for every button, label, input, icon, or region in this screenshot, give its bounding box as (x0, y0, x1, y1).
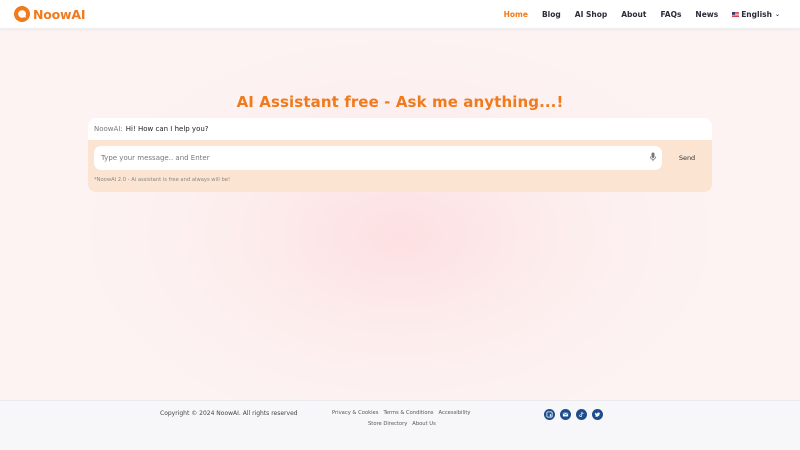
nav-blog[interactable]: Blog (542, 10, 561, 19)
disclaimer-note: *NoowAI 2.0 - Ai assistant is free and a… (94, 177, 231, 183)
logo-text: NoowAI (33, 6, 86, 22)
input-area: Send *NoowAI 2.0 - Ai assistant is free … (88, 140, 712, 192)
main-nav: Home Blog AI Shop About FAQs News Englis… (490, 0, 780, 29)
page-title: AI Assistant free - Ask me anything...! (236, 93, 564, 111)
footer-links-row1: Privacy & Cookies Terms & Conditions Acc… (332, 410, 475, 416)
footer-link-terms[interactable]: Terms & Conditions (383, 410, 433, 416)
us-flag-icon (732, 12, 740, 17)
email-icon[interactable] (560, 409, 571, 420)
chat-message: NoowAI: Hi! How can I help you? (88, 118, 712, 140)
footer-link-about-us[interactable]: About Us (412, 421, 436, 427)
logo[interactable]: NoowAI (14, 6, 86, 22)
microphone-icon[interactable] (649, 152, 657, 162)
social-links (544, 409, 608, 420)
language-selector[interactable]: English ⌄ (732, 10, 780, 19)
logo-icon (14, 6, 30, 22)
nav-news[interactable]: News (695, 10, 718, 19)
chat-card: NoowAI: Hi! How can I help you? Send *No… (88, 118, 712, 192)
twitter-icon[interactable] (592, 409, 603, 420)
site-header: NoowAI Home Blog AI Shop About FAQs News… (0, 0, 800, 29)
nav-ai-shop[interactable]: AI Shop (575, 10, 607, 19)
message-input[interactable] (94, 146, 662, 170)
footer-link-store-directory[interactable]: Store Directory (368, 421, 407, 427)
copyright: Copyright © 2024 NoowAI. All rights rese… (160, 410, 298, 417)
site-footer: Copyright © 2024 NoowAI. All rights rese… (0, 400, 800, 450)
message-text: Hi! How can I help you? (125, 125, 209, 133)
facebook-icon[interactable] (544, 409, 555, 420)
message-sender: NoowAI: (94, 125, 123, 133)
footer-link-privacy[interactable]: Privacy & Cookies (332, 410, 378, 416)
send-button[interactable]: Send (668, 146, 706, 170)
footer-link-accessibility[interactable]: Accessibility (439, 410, 471, 416)
tiktok-icon[interactable] (576, 409, 587, 420)
chevron-down-icon: ⌄ (774, 11, 780, 18)
nav-faqs[interactable]: FAQs (661, 10, 682, 19)
nav-about[interactable]: About (621, 10, 646, 19)
footer-links-row2: Store Directory About Us (368, 421, 441, 427)
nav-home[interactable]: Home (504, 10, 528, 19)
language-label: English (741, 10, 772, 19)
